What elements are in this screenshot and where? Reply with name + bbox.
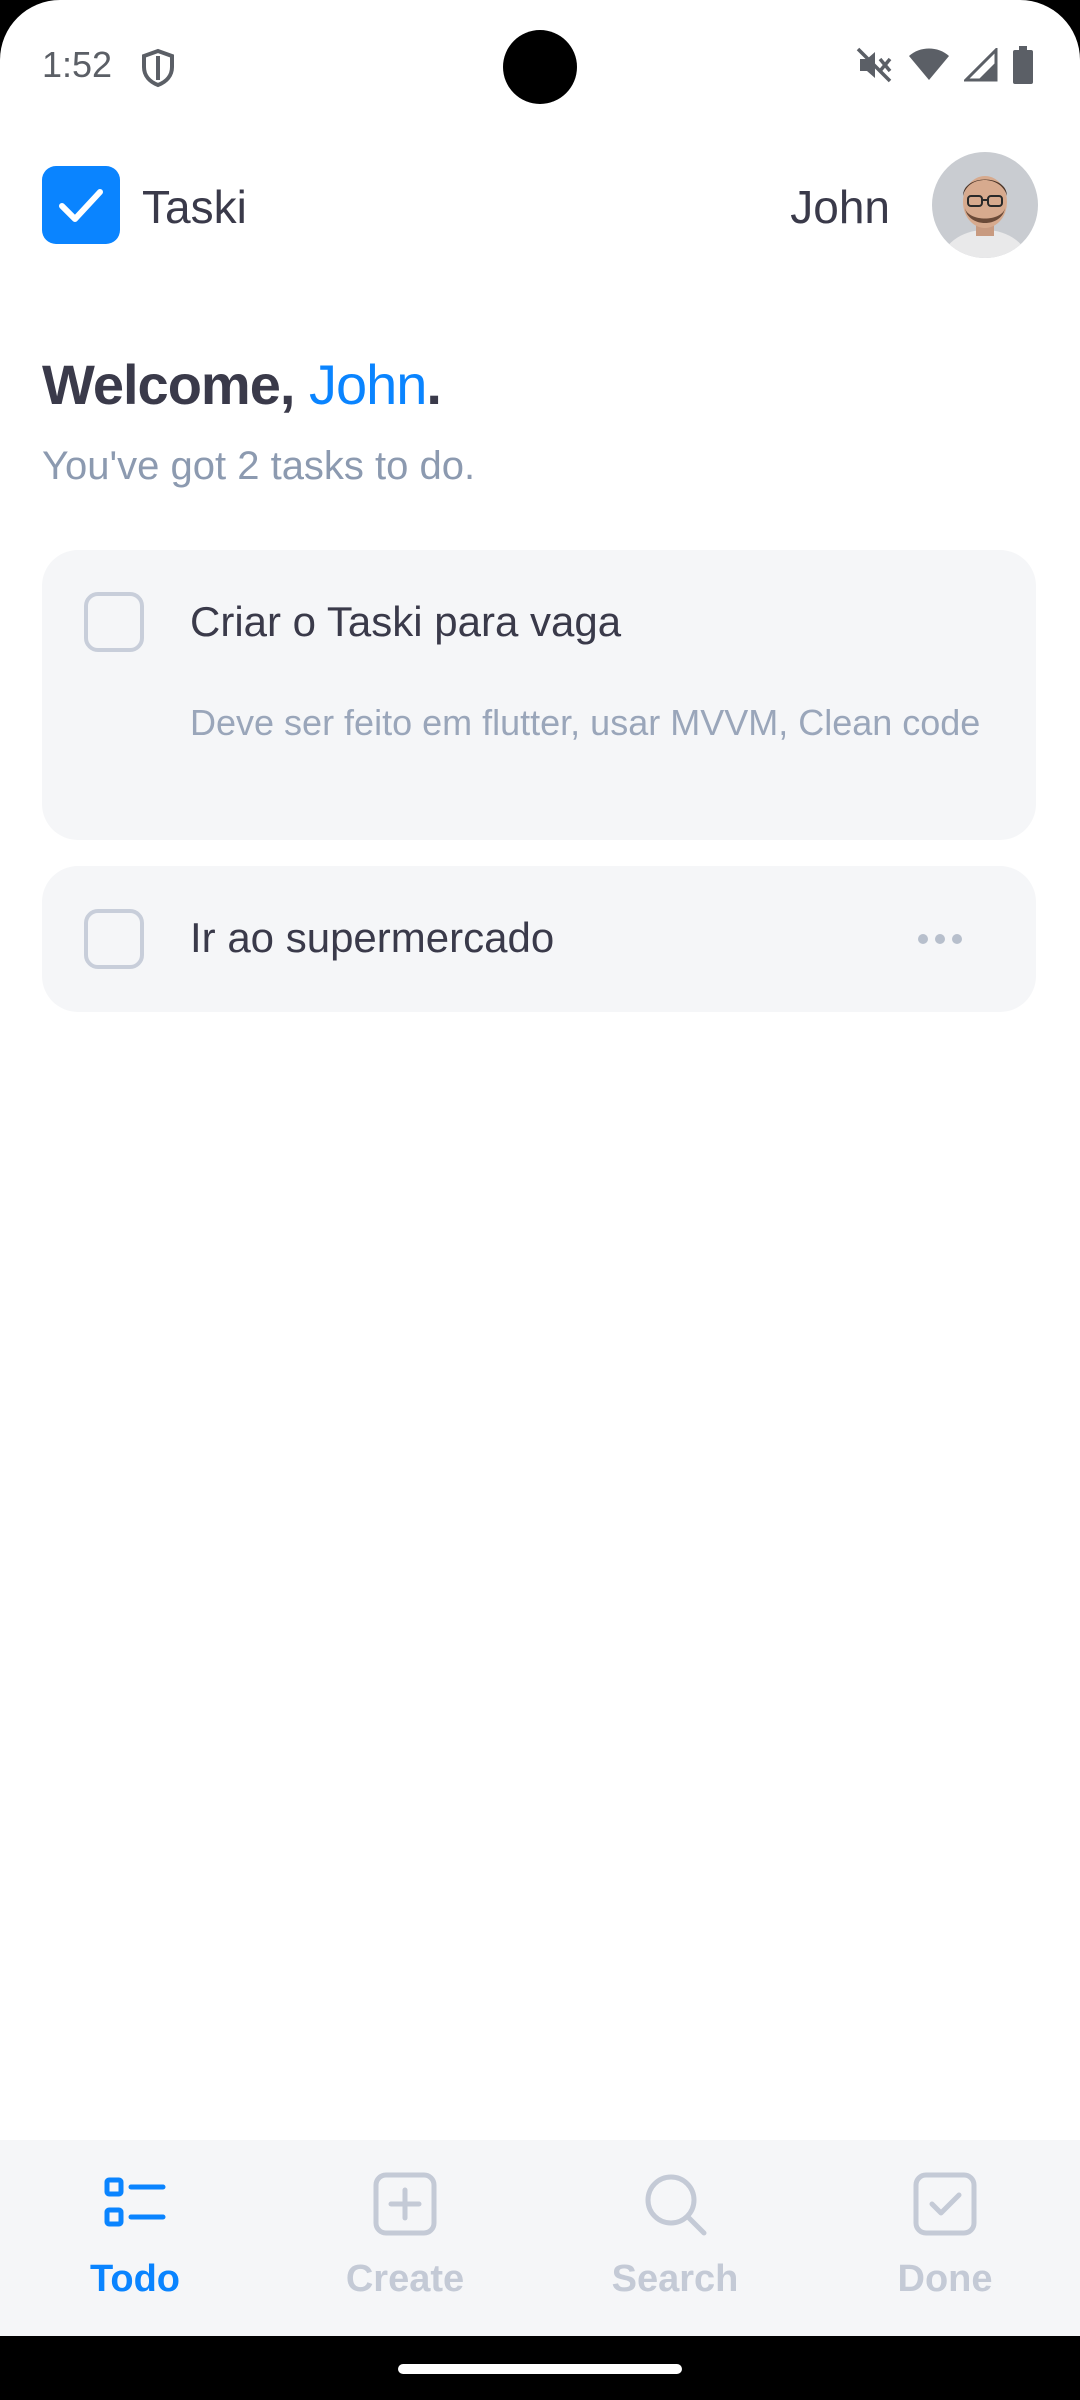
signal-icon [964, 48, 998, 82]
nav-search[interactable]: Search [540, 2140, 810, 2336]
app-logo [42, 166, 120, 244]
avatar[interactable] [932, 152, 1038, 258]
nav-label: Done [897, 2258, 993, 2300]
status-icons [856, 46, 1034, 84]
search-icon [645, 2174, 707, 2236]
camera-cutout [503, 30, 577, 104]
plus-square-icon [373, 2172, 437, 2236]
task-description: Deve ser feito em flutter, usar MVVM, Cl… [190, 702, 981, 743]
todo-list-icon [104, 2177, 166, 2227]
task-checkbox[interactable] [84, 909, 144, 969]
mute-icon [856, 47, 892, 83]
nav-todo[interactable]: Todo [0, 2140, 270, 2336]
welcome-heading: Welcome, John. [42, 352, 442, 417]
nav-label: Todo [89, 2258, 181, 2300]
welcome-punct: . [426, 353, 442, 416]
user-name: John [790, 181, 890, 233]
nav-label: Create [345, 2258, 465, 2300]
avatar-image [932, 152, 1038, 258]
app-screen: 1:52 Taski John Welcome, John. You've go… [0, 0, 1080, 2336]
nav-label: Search [611, 2258, 739, 2300]
task-card[interactable]: Ir ao supermercado [42, 866, 1036, 1012]
nav-done[interactable]: Done [810, 2140, 1080, 2336]
bottom-navigation: Todo Create Search Done [0, 2140, 1080, 2336]
gesture-handle[interactable] [398, 2364, 682, 2374]
app-name: Taski [142, 181, 247, 233]
task-checkbox[interactable] [84, 592, 144, 652]
welcome-greeting: Welcome, [42, 353, 309, 416]
task-title: Criar o Taski para vaga [190, 598, 622, 645]
shield-icon [142, 48, 174, 88]
task-card[interactable]: Criar o Taski para vaga Deve ser feito e… [42, 550, 1036, 840]
check-icon [59, 189, 103, 222]
check-square-icon [913, 2172, 977, 2236]
welcome-user-name: John [308, 353, 427, 416]
nav-create[interactable]: Create [270, 2140, 540, 2336]
status-time: 1:52 [42, 44, 113, 85]
more-options-icon[interactable] [916, 932, 964, 946]
task-title: Ir ao supermercado [190, 914, 555, 961]
battery-icon [1013, 46, 1033, 84]
status-bar: 1:52 [0, 0, 1080, 130]
tasks-count-subtitle: You've got 2 tasks to do. [42, 444, 476, 488]
wifi-icon [909, 48, 949, 80]
